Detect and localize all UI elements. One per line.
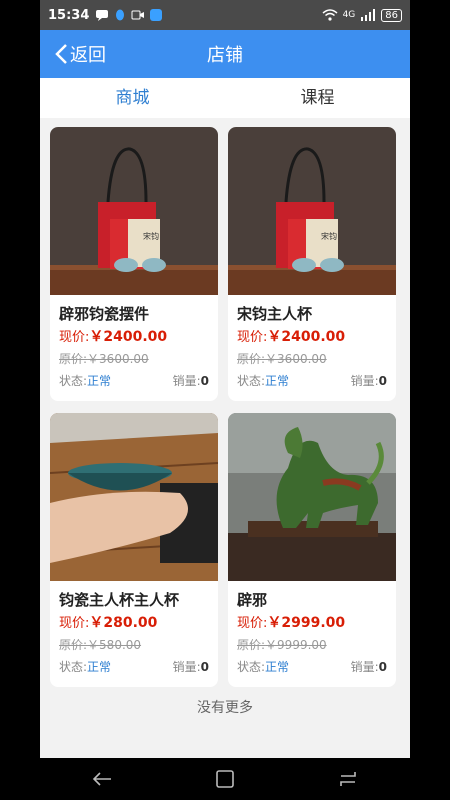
status-value: 正常: [265, 660, 290, 674]
orig-label: 原价:: [237, 638, 266, 652]
product-image: 宋钧: [228, 127, 396, 295]
message-icon: [96, 10, 109, 21]
home-square-icon[interactable]: [215, 769, 235, 789]
system-nav-bar: [40, 758, 410, 800]
orig-value: ￥580.00: [87, 638, 142, 652]
price-label: 现价:: [59, 330, 90, 345]
product-card[interactable]: 宋钧 宋钧主人杯 现价:￥2400.00 原价:￥3600.00 状态:正常 销…: [228, 127, 396, 401]
orig-value: ￥9999.00: [265, 638, 327, 652]
qq-icon: [116, 9, 125, 21]
product-image: 宋钧: [50, 127, 218, 295]
original-price: 原价:￥3600.00: [59, 348, 209, 370]
product-name: 钧瓷主人杯主人杯: [59, 591, 180, 609]
status-label: 状态:: [237, 660, 266, 674]
back-label: 返回: [70, 45, 106, 66]
product-image: [50, 413, 218, 581]
price-value: ￥2400.00: [89, 329, 168, 345]
orig-label: 原价:: [59, 352, 88, 366]
sales-label: 销量:: [172, 374, 201, 388]
original-price: 原价:￥3600.00: [237, 348, 387, 370]
tab-bar: 商城 课程: [40, 78, 410, 118]
orig-label: 原价:: [237, 352, 266, 366]
price-label: 现价:: [59, 616, 90, 631]
wifi-icon: [322, 9, 338, 21]
price-value: ￥280.00: [89, 615, 158, 631]
app-screen: 15:34 4G 86 返回 店铺 商城 课程 宋钧 辟邪钧瓷摆件 现价:￥24…: [40, 0, 410, 800]
status-value: 正常: [265, 374, 290, 388]
status-label: 状态:: [59, 660, 88, 674]
app-notification-icon: [150, 9, 163, 21]
sales-label: 销量:: [350, 374, 379, 388]
current-price: 现价:￥2400.00: [237, 326, 387, 348]
back-button[interactable]: 返回: [40, 41, 106, 67]
status-info: 状态:正常: [237, 372, 289, 389]
status-time: 15:34: [48, 7, 90, 23]
chevron-left-icon: [55, 44, 67, 64]
sales-info: 销量:0: [173, 372, 209, 389]
status-info: 状态:正常: [59, 658, 111, 675]
back-arrow-icon[interactable]: [91, 770, 113, 788]
product-image: [228, 413, 396, 581]
current-price: 现价:￥2400.00: [59, 326, 209, 348]
status-value: 正常: [87, 660, 112, 674]
status-label: 状态:: [59, 374, 88, 388]
status-bar: 15:34 4G 86: [40, 0, 410, 30]
price-label: 现价:: [237, 616, 268, 631]
price-value: ￥2999.00: [267, 615, 346, 631]
svg-text:宋钧: 宋钧: [143, 231, 159, 241]
orig-value: ￥3600.00: [265, 352, 327, 366]
sales-label: 销量:: [172, 660, 201, 674]
sales-info: 销量:0: [173, 658, 209, 675]
original-price: 原价:￥580.00: [59, 634, 209, 656]
svg-text:宋钧: 宋钧: [321, 231, 337, 241]
status-info: 状态:正常: [237, 658, 289, 675]
product-card[interactable]: 宋钧 辟邪钧瓷摆件 现价:￥2400.00 原价:￥3600.00 状态:正常 …: [50, 127, 218, 401]
status-value: 正常: [87, 374, 112, 388]
orig-label: 原价:: [59, 638, 88, 652]
product-card[interactable]: 钧瓷主人杯主人杯 现价:￥280.00 原价:￥580.00 状态:正常 销量:…: [50, 413, 218, 687]
sales-info: 销量:0: [351, 658, 387, 675]
sales-value: 0: [200, 660, 209, 674]
product-name: 辟邪钧瓷摆件: [59, 305, 150, 323]
battery-icon: 86: [381, 8, 402, 22]
tab-courses[interactable]: 课程: [225, 78, 410, 118]
orig-value: ￥3600.00: [87, 352, 149, 366]
current-price: 现价:￥2999.00: [237, 612, 387, 634]
product-meta: 状态:正常 销量:0: [59, 658, 209, 675]
product-meta: 状态:正常 销量:0: [237, 372, 387, 389]
app-header: 返回 店铺: [40, 30, 410, 78]
sales-info: 销量:0: [351, 372, 387, 389]
signal-icon: [361, 9, 376, 21]
status-label: 状态:: [237, 374, 266, 388]
recent-apps-icon[interactable]: [337, 770, 359, 788]
sales-value: 0: [378, 660, 387, 674]
product-name: 宋钧主人杯: [237, 305, 313, 323]
sales-value: 0: [378, 374, 387, 388]
price-label: 现价:: [237, 330, 268, 345]
current-price: 现价:￥280.00: [59, 612, 209, 634]
product-grid: 宋钧 辟邪钧瓷摆件 现价:￥2400.00 原价:￥3600.00 状态:正常 …: [40, 118, 410, 687]
product-meta: 状态:正常 销量:0: [237, 658, 387, 675]
sales-label: 销量:: [350, 660, 379, 674]
product-name: 辟邪: [237, 591, 268, 609]
product-card[interactable]: 辟邪 现价:￥2999.00 原价:￥9999.00 状态:正常 销量:0: [228, 413, 396, 687]
network-type: 4G: [342, 10, 356, 20]
no-more-label: 没有更多: [197, 700, 253, 716]
sales-value: 0: [200, 374, 209, 388]
video-icon: [131, 10, 145, 20]
original-price: 原价:￥9999.00: [237, 634, 387, 656]
tab-mall[interactable]: 商城: [40, 78, 225, 118]
price-value: ￥2400.00: [267, 329, 346, 345]
status-info: 状态:正常: [59, 372, 111, 389]
product-meta: 状态:正常 销量:0: [59, 372, 209, 389]
